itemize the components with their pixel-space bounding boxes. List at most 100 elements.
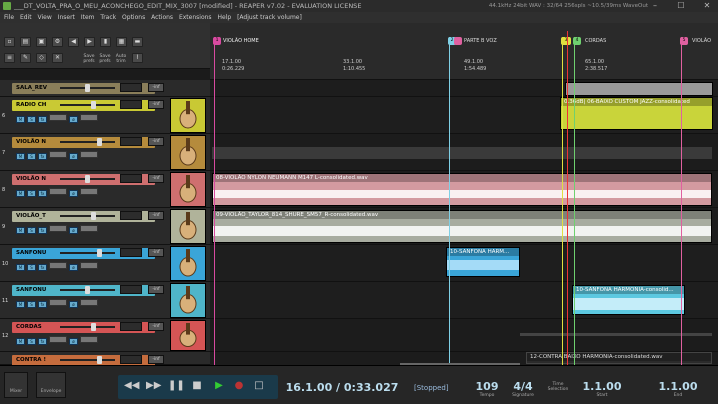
- play-cursor[interactable]: [567, 31, 568, 365]
- menu-edit[interactable]: Edit: [20, 14, 32, 21]
- track-icon[interactable]: [170, 283, 206, 318]
- ripple-icon[interactable]: ≡: [4, 53, 15, 63]
- input-select[interactable]: [49, 151, 67, 158]
- record-arm-button[interactable]: [120, 248, 142, 257]
- volume-fader[interactable]: [60, 359, 115, 361]
- record-arm-button[interactable]: [120, 174, 142, 183]
- volume-knob[interactable]: [91, 323, 96, 331]
- menu-file[interactable]: File: [4, 14, 14, 21]
- volume-readout[interactable]: -inf: [148, 211, 164, 220]
- media-item-violao-nylon[interactable]: 08-VIOLÃO NYLON NEUMANN M147 L-consolida…: [212, 173, 712, 206]
- fx-button[interactable]: fx: [38, 264, 47, 271]
- metronome-icon[interactable]: ▮: [100, 37, 111, 47]
- volume-fader[interactable]: [60, 326, 115, 328]
- lane-cordas[interactable]: [210, 319, 718, 352]
- media-item-contra[interactable]: 12-CONTRA BAIXO HARMONIA-consolidated.wa…: [526, 352, 712, 364]
- envelope-toggle[interactable]: Envelope: [36, 372, 66, 398]
- track-header[interactable]: 9 VIOLÃO_T -inf M Sfx ø: [0, 208, 210, 245]
- rewind-icon[interactable]: ◀◀: [124, 379, 139, 393]
- mute-button[interactable]: M: [16, 301, 25, 308]
- volume-readout[interactable]: -inf: [148, 322, 164, 331]
- lane-sala-rev[interactable]: [210, 80, 718, 97]
- volume-readout[interactable]: -inf: [148, 83, 164, 92]
- close-button[interactable]: ✕: [698, 0, 716, 12]
- play-icon[interactable]: ▶: [212, 379, 226, 393]
- automation-select[interactable]: [80, 225, 98, 232]
- input-select[interactable]: [49, 188, 67, 195]
- volume-knob[interactable]: [97, 356, 102, 364]
- solo-button[interactable]: S: [27, 116, 36, 123]
- menu-help[interactable]: Help: [217, 14, 231, 21]
- lane-violao-taylor[interactable]: 09-VIOLÃO_TAYLOR_814_SHURE_SM57_R-consol…: [210, 208, 718, 245]
- record-arm-button[interactable]: [120, 355, 142, 364]
- menu-track[interactable]: Track: [100, 14, 116, 21]
- fx-button[interactable]: fx: [38, 301, 47, 308]
- track-name[interactable]: SALA_REV: [16, 83, 47, 94]
- volume-knob[interactable]: [91, 212, 96, 220]
- record-arm-button[interactable]: [120, 100, 142, 109]
- track-icon[interactable]: [170, 98, 206, 133]
- fx-button[interactable]: fx: [38, 116, 47, 123]
- track-header[interactable]: 10 SANFONU -inf M Sfx ø: [0, 245, 210, 282]
- media-item-baixo[interactable]: 0.36dB| 06-BAIXO CUSTOM JAZZ-consolidate…: [560, 97, 713, 130]
- menu-actions[interactable]: Actions: [151, 14, 173, 21]
- mute-button[interactable]: M: [16, 338, 25, 345]
- volume-readout[interactable]: -inf: [148, 174, 164, 183]
- track-icon[interactable]: [170, 320, 206, 351]
- solo-button[interactable]: S: [27, 264, 36, 271]
- input-select[interactable]: [49, 299, 67, 306]
- media-item-sanfona-2[interactable]: 10-SANFONA HARMONIA-consolid...: [572, 285, 685, 315]
- track-header[interactable]: 12 CORDAS -inf M Sfx ø: [0, 319, 210, 352]
- track-header[interactable]: 11 SANFONU -inf M Sfx ø: [0, 282, 210, 319]
- volume-knob[interactable]: [97, 249, 102, 257]
- snap-icon[interactable]: ▬: [132, 37, 143, 47]
- stop-icon[interactable]: ■: [190, 379, 204, 393]
- loop-icon[interactable]: □: [252, 379, 266, 393]
- fx-button[interactable]: fx: [38, 227, 47, 234]
- volume-fader[interactable]: [60, 141, 115, 143]
- record-arm-button[interactable]: [120, 322, 142, 331]
- record-arm-button[interactable]: [120, 211, 142, 220]
- track-icon[interactable]: [170, 246, 206, 281]
- lane-violao-nylon[interactable]: 08-VIOLÃO NYLON NEUMANN M147 L-consolida…: [210, 171, 718, 208]
- track-header[interactable]: 8 VIOLÃO N -inf M Sfx ø: [0, 171, 210, 208]
- fx-button[interactable]: fx: [38, 190, 47, 197]
- mute-button[interactable]: M: [16, 153, 25, 160]
- volume-knob[interactable]: [85, 175, 90, 183]
- track-name[interactable]: SANFONU: [16, 285, 46, 296]
- menu-insert[interactable]: Insert: [58, 14, 75, 21]
- track-header[interactable]: 7 VIOLÃO N -inf M Sfx ø: [0, 134, 210, 171]
- phase-button[interactable]: ø: [69, 153, 78, 160]
- selection-end-value[interactable]: 1.1.00: [656, 380, 700, 393]
- position-display[interactable]: 16.1.00 / 0:33.027: [282, 381, 402, 394]
- solo-button[interactable]: S: [27, 153, 36, 160]
- volume-knob[interactable]: [85, 84, 90, 92]
- track-name[interactable]: VIOLÃO N: [16, 174, 46, 185]
- new-project-icon[interactable]: ▫: [4, 37, 15, 47]
- record-arm-button[interactable]: [120, 83, 142, 92]
- volume-knob[interactable]: [97, 138, 102, 146]
- volume-knob[interactable]: [85, 286, 90, 294]
- phase-button[interactable]: ø: [69, 190, 78, 197]
- input-select[interactable]: [49, 336, 67, 343]
- track-header[interactable]: CONTRA ! -inf: [0, 352, 210, 366]
- automation-select[interactable]: [80, 262, 98, 269]
- solo-button[interactable]: S: [27, 190, 36, 197]
- track-icon[interactable]: [170, 135, 206, 170]
- minimize-button[interactable]: –: [646, 0, 664, 12]
- solo-button[interactable]: S: [27, 227, 36, 234]
- input-select[interactable]: [49, 262, 67, 269]
- track-name[interactable]: VIOLÃO_T: [16, 211, 46, 222]
- media-item-violao-taylor[interactable]: 09-VIOLÃO_TAYLOR_814_SHURE_SM57_R-consol…: [212, 210, 712, 243]
- pause-icon[interactable]: ❚❚: [168, 379, 185, 393]
- phase-button[interactable]: ø: [69, 264, 78, 271]
- lane-radio[interactable]: 0.36dB| 06-BAIXO CUSTOM JAZZ-consolidate…: [210, 97, 718, 134]
- volume-readout[interactable]: -inf: [148, 100, 164, 109]
- mute-button[interactable]: M: [16, 190, 25, 197]
- lane-sanfona-1[interactable]: 10-SANFONA HARM...: [210, 245, 718, 282]
- lock-icon[interactable]: ✎: [20, 53, 31, 63]
- volume-fader[interactable]: [60, 104, 115, 106]
- undo-icon[interactable]: ◀: [68, 37, 79, 47]
- solo-button[interactable]: S: [27, 301, 36, 308]
- menu-options[interactable]: Options: [122, 14, 145, 21]
